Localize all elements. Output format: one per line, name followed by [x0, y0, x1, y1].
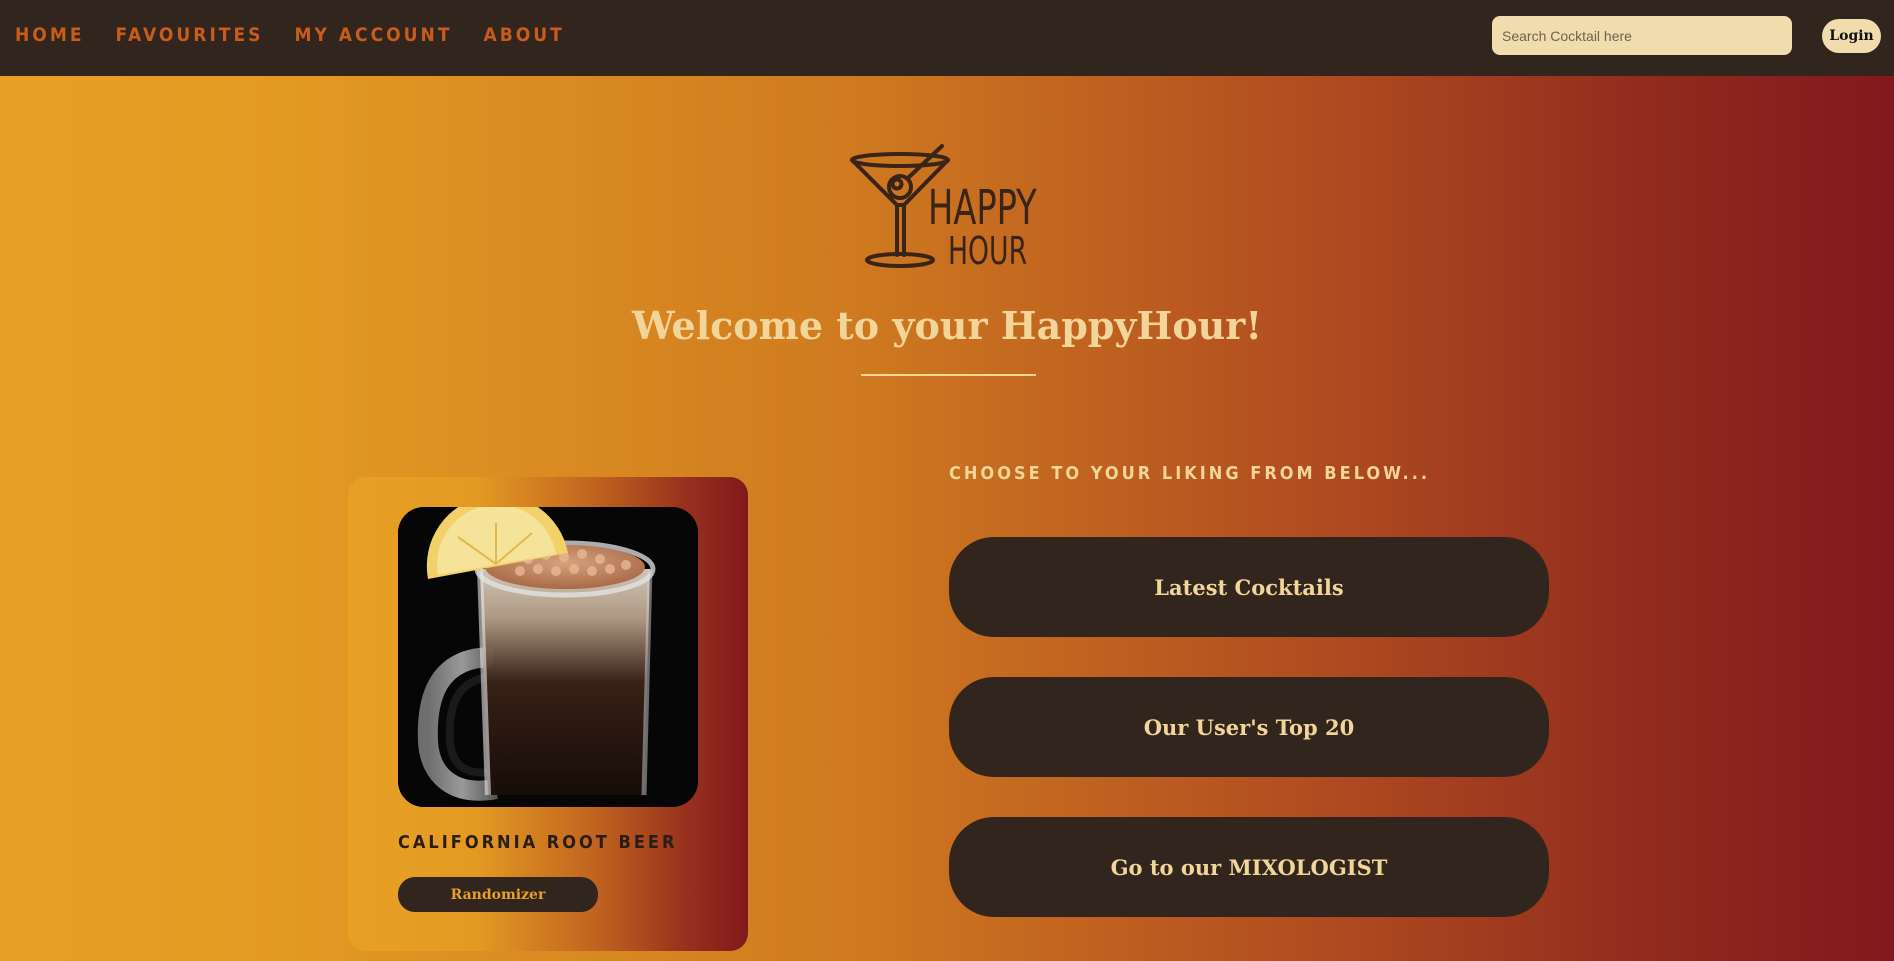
main-nav: HOME FAVOURITES MY ACCOUNT ABOUT — [15, 22, 596, 48]
search-input[interactable] — [1492, 16, 1792, 55]
root-beer-mug-illustration — [398, 507, 698, 807]
latest-cocktails-button[interactable]: Latest Cocktails — [949, 537, 1549, 637]
random-cocktail-card: CALIFORNIA ROOT BEER Randomizer — [348, 477, 748, 951]
nav-my-account-link[interactable]: MY ACCOUNT — [294, 22, 452, 48]
heading-divider — [861, 374, 1036, 376]
mixologist-button[interactable]: Go to our MIXOLOGIST — [949, 817, 1549, 917]
nav-home-link[interactable]: HOME — [15, 22, 85, 48]
cocktail-name: CALIFORNIA ROOT BEER — [398, 832, 678, 853]
cocktail-photo[interactable] — [398, 507, 698, 807]
login-button[interactable]: Login — [1822, 19, 1881, 53]
choose-heading: CHOOSE TO YOUR LIKING FROM BELOW... — [949, 463, 1431, 484]
welcome-heading: Welcome to your HappyHour! — [631, 303, 1263, 348]
nav-about-link[interactable]: ABOUT — [483, 22, 564, 48]
users-top-20-button[interactable]: Our User's Top 20 — [949, 677, 1549, 777]
top-navbar: HOME FAVOURITES MY ACCOUNT ABOUT Login — [0, 0, 1894, 76]
logo-happy-text: HAPPY — [928, 180, 1037, 236]
randomizer-button[interactable]: Randomizer — [398, 877, 598, 912]
nav-favourites-link[interactable]: FAVOURITES — [116, 22, 264, 48]
logo-hour-text: HOUR — [948, 229, 1028, 273]
happy-hour-logo: HAPPY HOUR — [848, 143, 1038, 271]
